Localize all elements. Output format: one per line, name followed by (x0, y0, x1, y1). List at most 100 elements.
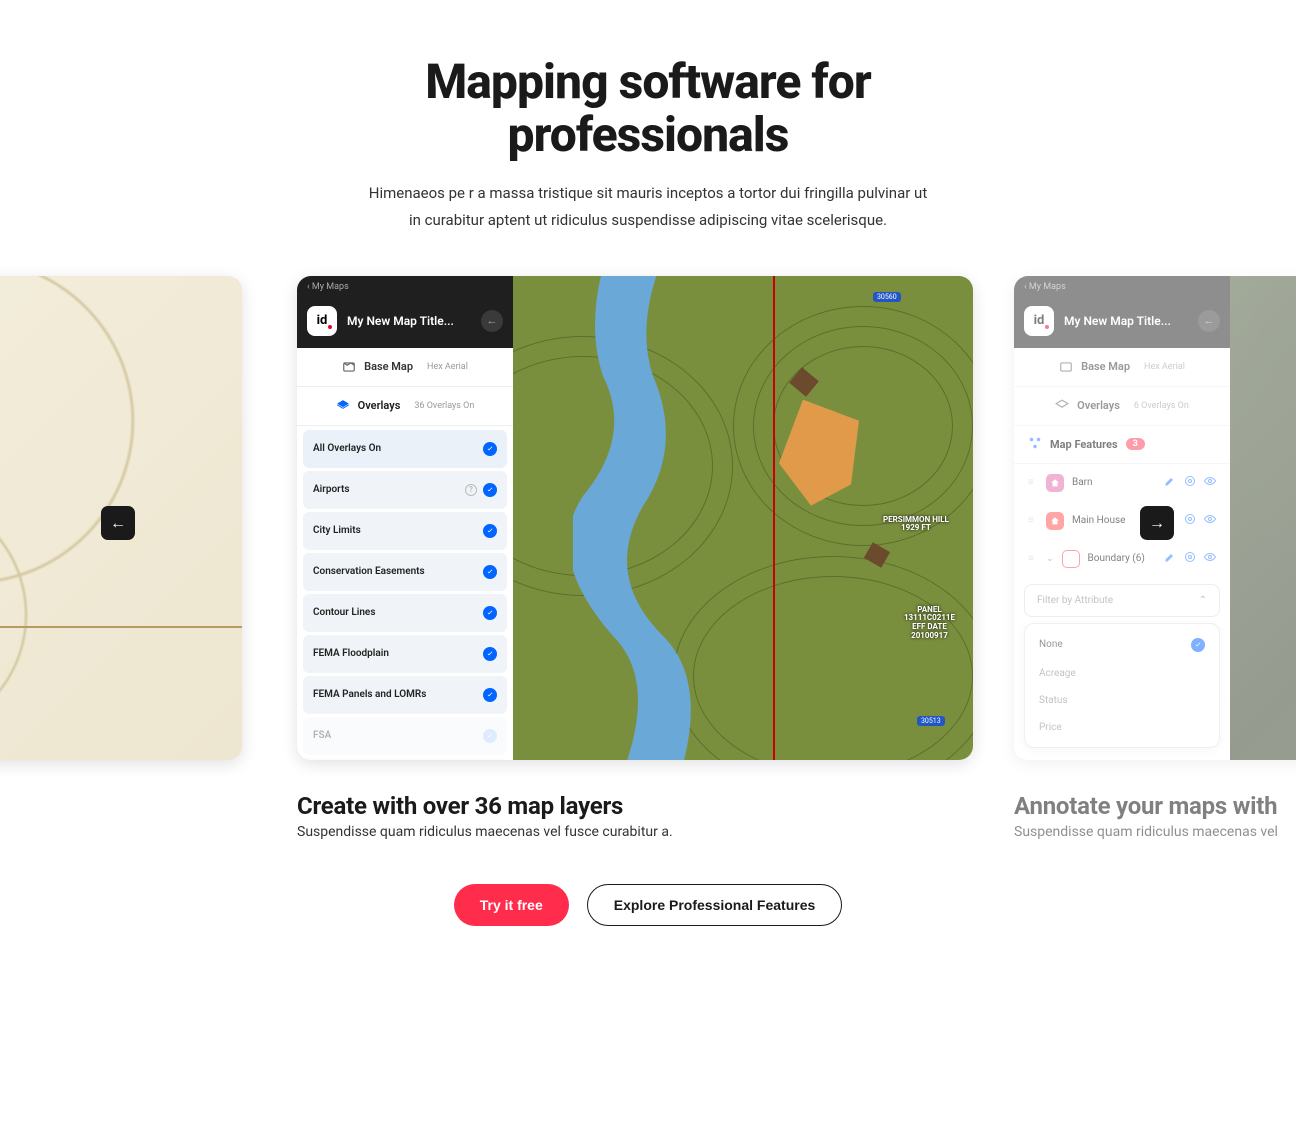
help-icon[interactable]: ? (465, 484, 477, 496)
filter-dropdown-trigger[interactable]: Filter by Attribute ⌃ (1024, 584, 1220, 617)
base-map-section[interactable]: Base Map Hex Aerial (1014, 348, 1230, 387)
check-icon (1191, 638, 1205, 652)
features-list: ≡ Barn ≡ Main House ≡ ⌄ Boundary (6) (1014, 464, 1230, 578)
overlay-label: FEMA Floodplain (313, 648, 389, 659)
map-canvas[interactable]: 30560 30513 PERSIMMON HILL 1929 FT PANEL… (513, 276, 973, 760)
sidebar-panel: ‹ My Maps id My New Map Title... ← Base … (297, 276, 513, 760)
feature-item[interactable]: ≡ Main House (1014, 502, 1230, 540)
overlay-item[interactable]: Game Management Areas (303, 758, 507, 760)
road-badge: 30513 (917, 716, 945, 726)
overlay-item[interactable]: FEMA Floodplain (303, 635, 507, 673)
red-divider-line (773, 276, 775, 760)
filter-dropdown-menu: None Acreage Status Price (1024, 623, 1220, 748)
edit-icon[interactable] (1164, 551, 1176, 566)
filter-option[interactable]: Acreage (1025, 660, 1219, 687)
caption-title: Annotate your maps with (1014, 792, 1296, 820)
overlay-label: Airports (313, 484, 350, 495)
caption-subtitle: Suspendisse quam ridiculus maecenas vel (1014, 824, 1296, 840)
checkbox-toggle[interactable] (483, 483, 497, 497)
overlay-item[interactable]: Conservation Easements (303, 553, 507, 591)
river-shape (573, 276, 713, 760)
option-label: Price (1039, 722, 1062, 733)
overlay-item[interactable]: Airports? (303, 471, 507, 509)
overlay-label: Conservation Easements (313, 566, 425, 577)
layers-icon (336, 399, 350, 413)
locate-icon[interactable] (1184, 475, 1196, 490)
panel-header: ‹ My Maps id My New Map Title... ← (1014, 276, 1230, 348)
overlays-section[interactable]: Overlays 36 Overlays On (297, 387, 513, 426)
try-free-button[interactable]: Try it free (454, 884, 569, 926)
visibility-icon[interactable] (1204, 513, 1216, 528)
collapse-button[interactable]: ← (481, 310, 503, 332)
road-line (0, 626, 242, 628)
option-label: None (1039, 639, 1063, 650)
feature-label: Main House (1072, 515, 1125, 526)
feature-type-icon (1046, 474, 1064, 492)
filter-option[interactable]: None (1025, 630, 1219, 660)
checkbox-toggle[interactable] (483, 647, 497, 661)
drag-handle-icon[interactable]: ≡ (1028, 553, 1038, 564)
option-label: Acreage (1039, 668, 1076, 679)
drag-handle-icon[interactable]: ≡ (1028, 477, 1038, 488)
poi-label: PERSIMMON HILL 1929 FT (883, 516, 949, 534)
base-map-section[interactable]: Base Map Hex Aerial (297, 348, 513, 387)
hero-subtitle: Himenaeos pe r a massa tristique sit mau… (0, 180, 1296, 234)
overlay-item[interactable]: All Overlays On (303, 430, 507, 468)
carousel-next-button[interactable]: → (1140, 506, 1174, 540)
explore-features-button[interactable]: Explore Professional Features (587, 884, 843, 926)
visibility-icon[interactable] (1204, 475, 1216, 490)
checkbox-toggle[interactable] (483, 606, 497, 620)
locate-icon[interactable] (1184, 513, 1196, 528)
feature-label: Barn (1072, 477, 1093, 488)
feature-item[interactable]: ≡ ⌄ Boundary (6) (1014, 540, 1230, 578)
overlays-label: Overlays (1077, 399, 1120, 412)
checkbox-toggle[interactable] (483, 729, 497, 743)
overlay-item[interactable]: FSA (303, 717, 507, 755)
filter-label: Filter by Attribute (1037, 595, 1113, 606)
overlay-item[interactable]: FEMA Panels and LOMRs (303, 676, 507, 714)
map-background (1230, 276, 1296, 760)
map-title[interactable]: My New Map Title... (347, 314, 471, 328)
filter-option[interactable]: Price (1025, 714, 1219, 741)
map-title[interactable]: My New Map Title... (1064, 314, 1188, 328)
checkbox-toggle[interactable] (483, 688, 497, 702)
carousel: COBB RD LAMAR RD Wilson Cem 30560 30513 … (0, 276, 1296, 836)
features-label: Map Features (1050, 438, 1118, 451)
chevron-up-icon: ⌃ (1199, 595, 1207, 606)
feature-label: Boundary (6) (1088, 553, 1145, 564)
panel-header: ‹ My Maps id My New Map Title... ← (297, 276, 513, 348)
overlays-label: Overlays (358, 399, 401, 412)
chevron-down-icon[interactable]: ⌄ (1046, 554, 1054, 564)
feature-type-icon (1046, 512, 1064, 530)
caption-title: Create with over 36 map layers (297, 792, 973, 820)
base-map-label: Base Map (1081, 360, 1130, 373)
slide-caption-next: Annotate your maps with Suspendisse quam… (1014, 792, 1296, 840)
edit-icon[interactable] (1164, 475, 1176, 490)
overlays-section[interactable]: Overlays 6 Overlays On (1014, 387, 1230, 426)
checkbox-toggle[interactable] (483, 524, 497, 538)
breadcrumb[interactable]: ‹ My Maps (297, 276, 513, 298)
overlays-list: All Overlays OnAirports?City LimitsConse… (297, 426, 513, 760)
cta-row: Try it free Explore Professional Feature… (0, 884, 1296, 926)
overlay-item[interactable]: City Limits (303, 512, 507, 550)
layers-icon (1055, 399, 1069, 413)
overlay-label: City Limits (313, 525, 361, 536)
breadcrumb[interactable]: ‹ My Maps (1014, 276, 1230, 298)
sidebar-panel: ‹ My Maps id My New Map Title... ← Base … (1014, 276, 1230, 760)
map-icon (342, 360, 356, 374)
overlays-count: 6 Overlays On (1134, 401, 1189, 411)
visibility-icon[interactable] (1204, 551, 1216, 566)
overlay-item[interactable]: Contour Lines (303, 594, 507, 632)
map-features-section[interactable]: Map Features 3 (1014, 426, 1230, 464)
carousel-prev-button[interactable]: ← (101, 506, 135, 540)
collapse-button[interactable]: ← (1198, 310, 1220, 332)
locate-icon[interactable] (1184, 551, 1196, 566)
option-label: Status (1039, 695, 1068, 706)
drag-handle-icon[interactable]: ≡ (1028, 515, 1038, 526)
road-badge: 30560 (873, 292, 901, 302)
checkbox-toggle[interactable] (483, 565, 497, 579)
overlay-label: FEMA Panels and LOMRs (313, 689, 426, 700)
filter-option[interactable]: Status (1025, 687, 1219, 714)
feature-item[interactable]: ≡ Barn (1014, 464, 1230, 502)
checkbox-toggle[interactable] (483, 442, 497, 456)
